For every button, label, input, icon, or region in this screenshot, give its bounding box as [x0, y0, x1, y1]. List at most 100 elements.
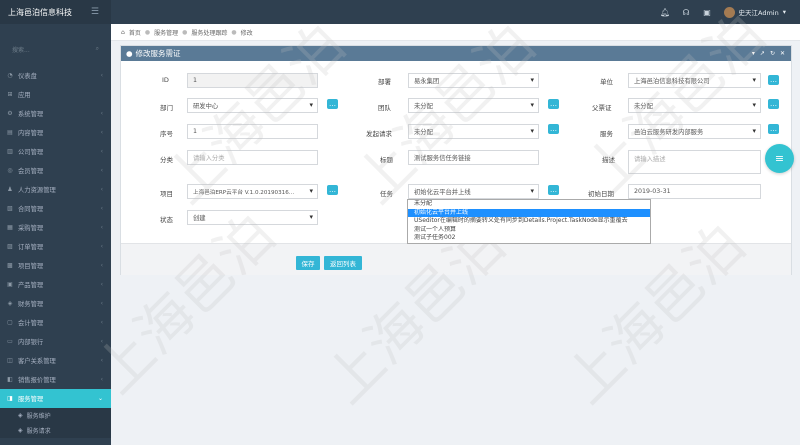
task-option[interactable]: USeditor在编辑时的摘要转义处有同步到Details.Project.Ta… [408, 217, 650, 226]
breadcrumb-home[interactable]: 首页 [129, 28, 141, 37]
home-icon[interactable]: ⌂ [121, 29, 125, 36]
sidebar-item-label: 系统管理 [18, 111, 44, 118]
save-button[interactable]: 保存 [296, 256, 320, 270]
task-select[interactable]: 初始化云平台并上线 [408, 184, 539, 199]
refresh-icon[interactable]: ↻ [770, 50, 775, 57]
sidebar-item-label: 客户关系管理 [18, 358, 56, 365]
task-option[interactable]: 初始化云平台并上线 [408, 208, 650, 217]
cert-select[interactable]: 未分配 [628, 98, 761, 113]
sidebar-item[interactable]: ◎ 会员管理 ‹ [0, 161, 111, 180]
status-select[interactable]: 创建 [187, 210, 318, 225]
project-icon: ▩ [7, 262, 13, 269]
service-label: 服务 [600, 130, 613, 138]
sidebar-item[interactable]: ◨ 服务管理 ⌄ [0, 389, 111, 408]
sidebar-item[interactable]: ◫ 客户关系管理 ‹ [0, 351, 111, 370]
top-navbar: 上海邑泊信息科技 ☰ 🔔︎ ☊ ▣ 史天江Admin ▾ [0, 0, 800, 24]
product-icon: ▣ [7, 281, 13, 288]
request-select[interactable]: 未分配 [408, 124, 539, 139]
seq-label: 序号 [160, 130, 173, 138]
brand: 上海邑泊信息科技 ☰ [0, 0, 111, 24]
sidebar-subitem[interactable]: ◈ 服务维护 [0, 408, 111, 423]
add-service-button[interactable]: … [768, 124, 779, 134]
user-menu[interactable]: 史天江Admin ▾ [723, 6, 786, 18]
bell-icon[interactable]: 🔔︎ [660, 8, 670, 17]
sidebar-item[interactable]: ▢ 会计管理 ‹ [0, 313, 111, 332]
breadcrumb-level2[interactable]: 服务处理跟踪 [191, 28, 227, 37]
sidebar-item[interactable]: ▦ 采购管理 ‹ [0, 218, 111, 237]
sidebar-item[interactable]: ▩ 项目管理 ‹ [0, 256, 111, 275]
sidebar-item[interactable]: ⊞ 应用 [0, 85, 111, 104]
add-request-button[interactable]: … [548, 124, 559, 134]
member-icon: ◎ [7, 167, 13, 174]
sidebar-item[interactable]: ▧ 合同管理 ‹ [0, 199, 111, 218]
close-icon[interactable]: ✕ [780, 50, 785, 57]
sidebar-item-label: 内容管理 [18, 130, 44, 137]
sidebar-search-input[interactable]: 搜索... [12, 45, 30, 54]
service-select[interactable]: 邑泊云服务研发内部服务 [628, 124, 761, 139]
expand-icon[interactable]: ↗ [760, 50, 765, 57]
unit-select[interactable]: 上海邑泊信息科技有限公司 [628, 73, 761, 88]
id-field: 1 [187, 73, 318, 88]
category-input[interactable]: 请输入分类 [187, 150, 318, 165]
add-cert-button[interactable]: … [768, 99, 779, 109]
sidebar-item-label: 会员管理 [18, 168, 44, 175]
sidebar-item-label: 项目管理 [18, 263, 44, 270]
task-option[interactable]: 测试子任务002 [408, 234, 650, 243]
sidebar-item[interactable]: ◈ 财务管理 ‹ [0, 294, 111, 313]
sidebar-item[interactable]: ⚙ 系统管理 ‹ [0, 104, 111, 123]
chevron-icon: ⌄ [97, 395, 103, 402]
category-label: 分类 [160, 156, 173, 164]
sidebar-item[interactable]: ▣ 产品管理 ‹ [0, 275, 111, 294]
add-task-button[interactable]: … [548, 185, 559, 195]
sidebar-item[interactable]: ▤ 内容管理 ‹ [0, 123, 111, 142]
project-select[interactable]: 上海邑泊ERP云平台 V.1.0.20190316... [187, 184, 318, 199]
sidebar-subitem[interactable]: ◈ 服务请求 [0, 423, 111, 438]
calendar-icon[interactable]: ▣ [703, 8, 712, 17]
add-person-button[interactable]: … [548, 99, 559, 109]
tenant-select[interactable]: 易永集团 [408, 73, 539, 88]
breadcrumb-level1[interactable]: 服务管理 [154, 28, 178, 37]
add-unit-button[interactable]: … [768, 75, 779, 85]
chevron-icon: ‹ [100, 167, 103, 174]
task-dropdown[interactable]: 未分配 初始化云平台并上线 USeditor在编辑时的摘要转义处有同步到Detail… [407, 199, 651, 244]
collapse-icon[interactable]: ▾ [752, 50, 755, 57]
back-to-list-button[interactable]: 返回列表 [324, 256, 362, 270]
seq-input[interactable]: 1 [187, 124, 318, 139]
add-dept-button[interactable]: … [327, 99, 338, 109]
title-input[interactable]: 测试服务信任务链接 [408, 150, 539, 165]
hamburger-icon[interactable]: ☰ [91, 7, 99, 17]
start-date-input[interactable]: 2019-03-31 [628, 184, 761, 199]
menu-icon[interactable]: ≡ [765, 144, 794, 173]
person-select[interactable]: 未分配 [408, 98, 539, 113]
sidebar-item-label: 产品管理 [18, 282, 44, 289]
desc-textarea[interactable]: 请输入描述 [628, 150, 761, 174]
add-project-button[interactable]: … [327, 185, 338, 195]
dept-label: 部门 [160, 104, 173, 112]
breadcrumb: ⌂ 首页 ● 服务管理 ● 服务处理跟踪 ● 修改 [111, 24, 800, 41]
search-icon[interactable]: ⌕ [96, 45, 99, 53]
task-option[interactable]: 未分配 [408, 200, 650, 209]
sidebar-search[interactable]: 搜索... ⌕ [6, 38, 105, 60]
chevron-icon: ‹ [100, 129, 103, 136]
breadcrumb-separator: ● [144, 28, 151, 36]
task-option[interactable]: 测试一个人预算 [408, 226, 650, 235]
chevron-down-icon: ▾ [782, 8, 786, 16]
breadcrumb-level3: 修改 [240, 29, 253, 37]
sidebar-subitem-label: 服务请求 [26, 428, 51, 435]
sidebar-item[interactable]: ◔ 仪表盘 ‹ [0, 66, 111, 85]
sidebar-item-label: 采购管理 [18, 225, 44, 232]
dept-select[interactable]: 研发中心 [187, 98, 318, 113]
sidebar-item[interactable]: ▨ 订单管理 ‹ [0, 237, 111, 256]
chevron-icon: ‹ [100, 357, 103, 364]
person-label: 团队 [378, 104, 391, 112]
sidebar-item[interactable]: ▭ 内部银行 ‹ [0, 332, 111, 351]
sidebar-item[interactable]: ◧ 销售报价管理 ‹ [0, 370, 111, 389]
sidebar-item[interactable]: ▥ 公司管理 ‹ [0, 142, 111, 161]
order-icon: ▨ [7, 243, 13, 250]
request-label: 发起请求 [366, 130, 392, 138]
hr-icon: ♟ [7, 186, 13, 193]
chevron-icon: ‹ [100, 72, 103, 79]
sidebar-item-label: 服务管理 [18, 396, 44, 403]
headset-icon[interactable]: ☊ [682, 8, 691, 17]
sidebar-item[interactable]: ♟ 人力资源管理 ‹ [0, 180, 111, 199]
